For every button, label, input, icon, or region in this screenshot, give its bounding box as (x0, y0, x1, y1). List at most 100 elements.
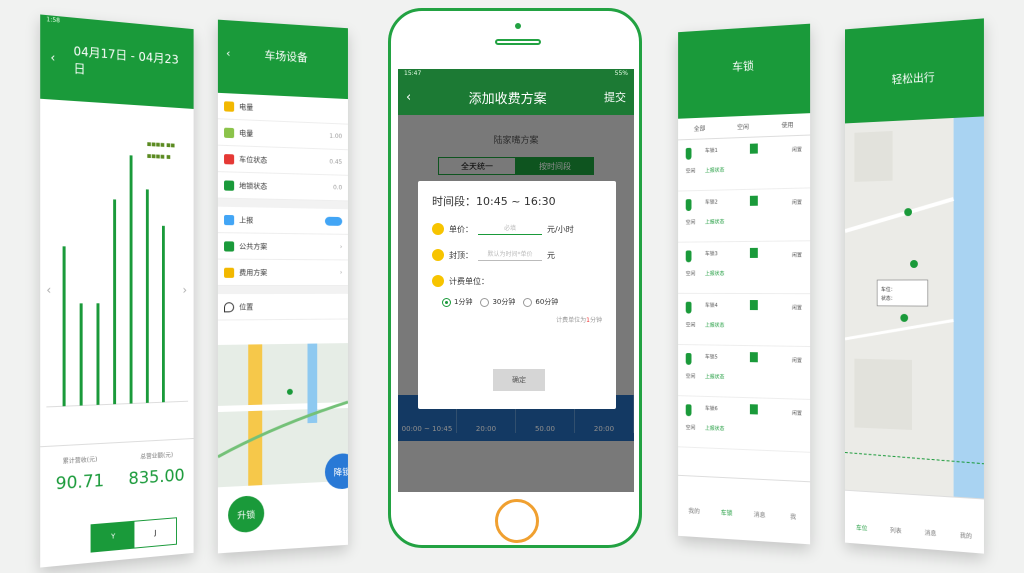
home-button[interactable] (495, 499, 539, 543)
unit-option-60[interactable]: 60分钟 (523, 297, 558, 307)
unit-option-1[interactable]: 1分钟 (442, 297, 472, 307)
chevron-right-icon: › (340, 269, 342, 276)
nav-messages[interactable]: 消息 (913, 495, 948, 551)
app-showcase: 1:58 ‹ 04月17日 - 04月23日 ‹ › ■■■■ ■■ ■■■■ ■… (0, 0, 1024, 573)
chart-bar (130, 155, 133, 403)
summary-right: 总营业额(元) 835.00 (119, 439, 194, 512)
device-detail-screen: ‹ 车场设备 电量 电量 1.00 车位状态 0.45 地锁状态 0.0 上报 公共方… (218, 20, 348, 554)
unit-field: 计费单位： (432, 275, 602, 287)
confirm-button[interactable]: 确定 (493, 369, 545, 391)
phone-frame: 15:47 55% ‹ 添加收费方案 提交 陆家嘴方案 全天统一 按时间段 00… (388, 8, 642, 548)
lock-value: 闲置 (792, 304, 802, 311)
raise-lock-button[interactable]: 升锁 (228, 495, 264, 533)
nav-me[interactable]: 我 (776, 481, 810, 545)
row-fee-plan[interactable]: 费用方案 › (218, 260, 348, 286)
period-option-2[interactable]: J (134, 518, 176, 547)
row-value: 0.45 (329, 158, 342, 165)
device-header: ‹ 车场设备 (218, 20, 348, 99)
chart-bar (80, 303, 83, 405)
list-title: 车锁 (678, 24, 810, 78)
tab-free[interactable]: 空闲 (737, 122, 749, 131)
lock-pin-icon (686, 199, 692, 211)
list-item[interactable]: 车锁2 闲置 空闲 上报状态 (678, 188, 810, 242)
lock-name: 车锁5 (705, 353, 718, 360)
status-icon (750, 404, 758, 414)
unit-note: 计费单位为1分钟 (432, 315, 602, 324)
tab-used[interactable]: 使用 (781, 120, 793, 130)
lock-list-screen: 车锁 全部 空闲 使用 车锁1 闲置 空闲 上报状态 车锁2 闲置 空闲 上报状态 车锁3 闲置空… (678, 24, 810, 545)
submit-button[interactable]: 提交 (604, 89, 626, 105)
nav-locks[interactable]: 车锁 (710, 477, 743, 540)
date-range-title: 04月17日 - 04月23日 (73, 42, 184, 85)
lock-report: 上报状态 (705, 425, 724, 433)
nav-mine[interactable]: 我的 (948, 497, 984, 553)
coin-icon (432, 275, 444, 287)
row-space: 车位状态 0.45 (218, 146, 348, 176)
list-item[interactable]: 车锁6 闲置 空闲 上报状态 (678, 396, 810, 453)
period-option-1[interactable]: Y (92, 522, 135, 552)
page-title: 添加收费方案 (411, 88, 604, 107)
lock-pin-icon (686, 148, 692, 160)
period-switch[interactable]: Y J (91, 517, 177, 552)
status-icon (750, 300, 758, 310)
map-popup (877, 280, 928, 306)
cap-unit: 元 (547, 250, 555, 261)
price-input[interactable]: 必填 (478, 223, 542, 235)
lock-state: 空闲 (686, 167, 696, 174)
row-label: 上报 (239, 215, 253, 225)
chart-header: 1:58 ‹ 04月17日 - 04月23日 (40, 14, 193, 109)
bottom-nav: 车位 列表 消息 我的 (845, 490, 984, 554)
summary-left-value: 90.71 (40, 470, 119, 496)
summary-left-label: 累计营收(元) (63, 456, 98, 465)
status-icon (750, 196, 758, 206)
report-icon (224, 214, 234, 224)
tab-all[interactable]: 全部 (694, 124, 706, 133)
parking-marker[interactable] (910, 260, 918, 268)
row-label: 地锁状态 (239, 180, 267, 191)
lock-pin-icon (686, 250, 692, 262)
lock-name: 车锁3 (705, 250, 718, 257)
next-arrow-icon[interactable]: › (183, 283, 187, 297)
lock-state: 空闲 (686, 270, 696, 277)
row-public-plan[interactable]: 公共方案 › (218, 233, 348, 260)
lock-pin-icon (686, 404, 692, 416)
summary-right-value: 835.00 (119, 465, 194, 490)
unit-option-label: 30分钟 (492, 297, 515, 307)
radio-icon (480, 298, 489, 307)
nav-mine[interactable]: 我的 (678, 476, 710, 538)
lock-value: 闲置 (792, 199, 802, 206)
prev-arrow-icon[interactable]: ‹ (46, 283, 51, 297)
row-label: 位置 (239, 302, 253, 312)
power-icon (224, 127, 234, 138)
back-icon[interactable]: ‹ (50, 50, 55, 65)
summary-left: 累计营收(元) 90.71 (40, 443, 119, 518)
lock-state: 空闲 (686, 321, 696, 328)
note-suffix: 分钟 (590, 317, 602, 324)
lock-report: 上报状态 (705, 270, 724, 277)
row-label: 电量 (239, 101, 253, 112)
space-icon (224, 154, 234, 164)
list-item[interactable]: 车锁5 闲置 空闲 上报状态 (678, 345, 810, 400)
parking-map[interactable]: 车位： 状态： (845, 116, 984, 498)
status-icon (750, 248, 758, 258)
list-item[interactable]: 车锁1 闲置 空闲 上报状态 (678, 136, 810, 192)
unit-option-30[interactable]: 30分钟 (480, 297, 515, 307)
revenue-chart-screen: 1:58 ‹ 04月17日 - 04月23日 ‹ › ■■■■ ■■ ■■■■ ■… (40, 14, 193, 567)
lock-state: 空闲 (686, 219, 696, 226)
cap-input[interactable]: 默认为时间*单价 (478, 249, 542, 261)
lock-value: 闲置 (792, 252, 802, 259)
nav-spaces[interactable]: 车位 (845, 491, 879, 546)
row-report[interactable]: 上报 (218, 207, 348, 235)
fee-icon (224, 267, 234, 277)
front-camera-icon (515, 23, 521, 29)
lock-name: 车锁6 (705, 405, 718, 412)
row-label: 电量 (239, 128, 253, 139)
report-toggle[interactable] (325, 217, 342, 226)
summary-right-label: 总营业额(元) (140, 452, 173, 461)
list-item[interactable]: 车锁3 闲置空闲 上报状态 (678, 241, 810, 294)
nav-messages[interactable]: 消息 (743, 479, 776, 542)
lock-value: 闲置 (792, 357, 802, 364)
lock-name: 车锁1 (705, 147, 718, 154)
nav-list[interactable]: 列表 (879, 493, 913, 548)
list-item[interactable]: 车锁4 闲置 空闲 上报状态 (678, 294, 810, 347)
